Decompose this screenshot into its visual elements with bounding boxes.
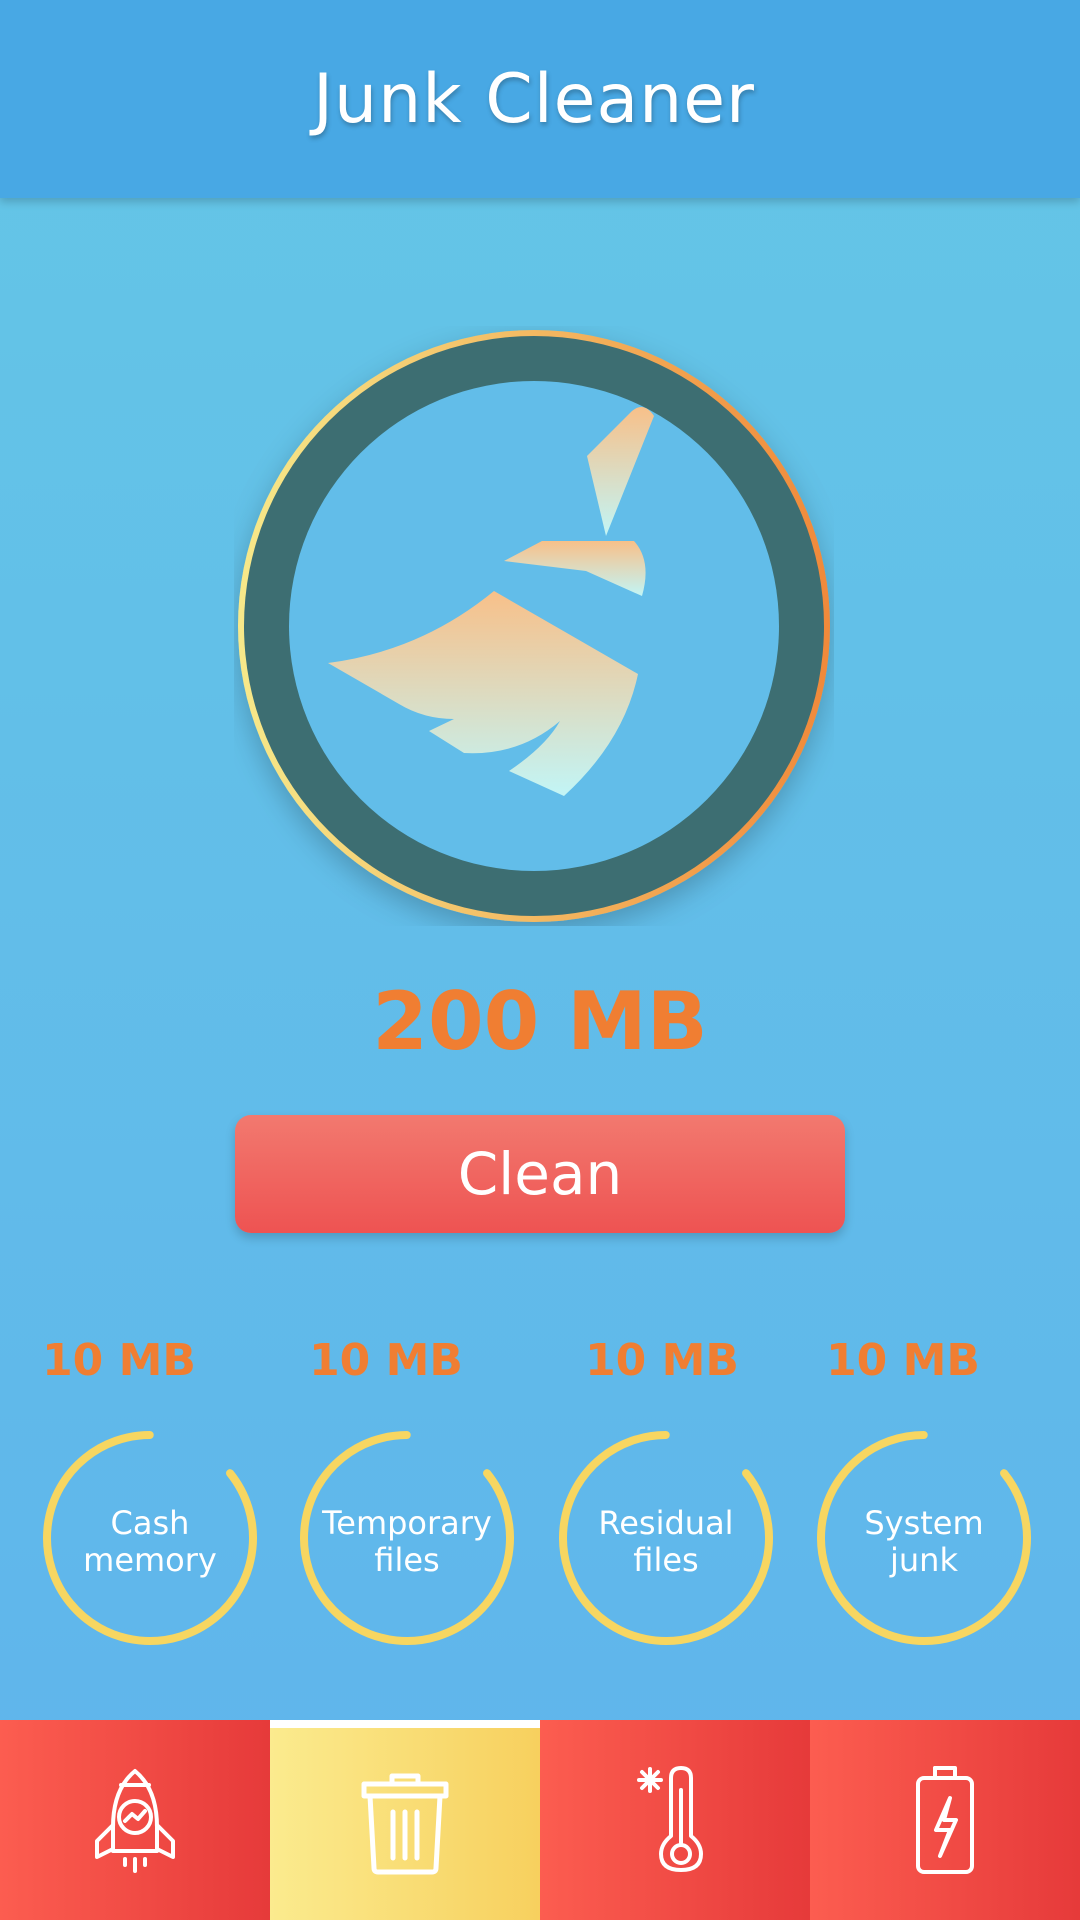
cleaner-ring-graphic <box>238 330 830 922</box>
category-size: 10 MB <box>585 1335 739 1386</box>
clean-button[interactable]: Clean <box>235 1115 845 1233</box>
tab-boost[interactable] <box>0 1720 270 1920</box>
category-size: 10 MB <box>826 1335 980 1386</box>
tab-battery-saver[interactable] <box>810 1720 1080 1920</box>
battery-charging-icon <box>916 1766 974 1874</box>
category-label: Residual files <box>598 1504 734 1579</box>
category-label: Cash memory <box>83 1504 217 1579</box>
app-header: Junk Cleaner <box>0 0 1080 198</box>
tab-cpu-cooler[interactable] <box>540 1720 810 1920</box>
category-size: 10 MB <box>42 1335 196 1386</box>
trash-icon <box>361 1773 449 1875</box>
thermometer-snowflake-icon <box>637 1766 703 1872</box>
total-junk-size: 200 MB <box>372 975 708 1068</box>
category-label: System junk <box>864 1504 984 1579</box>
bottom-nav <box>0 1720 1080 1920</box>
tab-junk-cleaner[interactable] <box>270 1720 540 1920</box>
category-label: Temporary files <box>322 1504 492 1579</box>
page-title: Junk Cleaner <box>312 59 755 139</box>
category-size: 10 MB <box>309 1335 463 1386</box>
cleaner-ring <box>234 326 834 926</box>
rocket-icon <box>95 1769 175 1873</box>
